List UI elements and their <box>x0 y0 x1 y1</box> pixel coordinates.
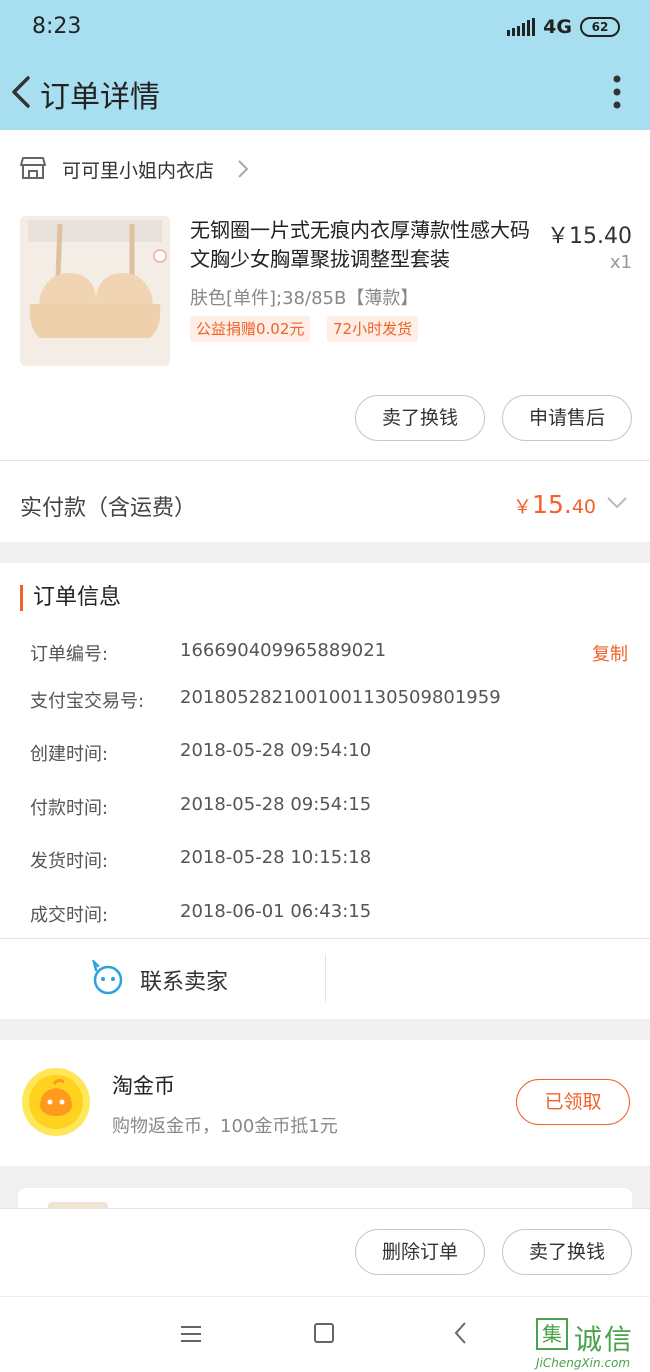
coin-description: 购物返金币，100金币抵1元 <box>112 1116 338 1137</box>
divider <box>0 938 650 939</box>
status-bar: 8:23 4G 62 <box>0 0 650 56</box>
amount-integer: 15. <box>532 490 572 519</box>
bottom-action-bar: 删除订单 卖了换钱 <box>0 1208 650 1296</box>
chevron-right-icon <box>238 160 249 178</box>
product-price: ￥15.40 <box>547 224 632 249</box>
paid-amount: ￥15.40 <box>513 490 596 519</box>
product-image[interactable] <box>20 216 170 366</box>
system-back-icon[interactable] <box>454 1321 468 1345</box>
amount-decimal: 40 <box>571 496 596 518</box>
more-options-icon[interactable] <box>612 74 622 110</box>
shop-icon <box>20 157 46 179</box>
nav-bar: 订单详情 <box>0 56 650 130</box>
contact-seller-button[interactable]: 联系卖家 <box>140 964 228 996</box>
chevron-down-icon[interactable] <box>606 496 628 510</box>
status-time: 8:23 <box>32 14 82 39</box>
bra-product-icon <box>20 216 170 366</box>
contact-seller-icon[interactable] <box>90 960 126 996</box>
paid-time-value: 2018-05-28 09:54:15 <box>180 794 372 815</box>
completed-time-label: 成交时间: <box>30 905 109 926</box>
menu-icon[interactable] <box>180 1325 202 1343</box>
charity-tag: 公益捐赠0.02元 <box>190 316 311 342</box>
alipay-trade-value: 2018052821001001130509801959 <box>180 687 501 708</box>
shop-row[interactable]: 可可里小姐内衣店 <box>0 138 650 198</box>
status-icons: 4G 62 <box>507 16 620 38</box>
signal-icon <box>507 18 536 36</box>
product-quantity: x1 <box>609 252 632 273</box>
completed-time-value: 2018-06-01 06:43:15 <box>180 901 372 922</box>
product-sku: 肤色[单件];38/85B【薄款】 <box>190 288 419 309</box>
taojinbi-coin-icon <box>22 1068 90 1136</box>
vertical-separator <box>325 954 326 1002</box>
shipping-tag: 72小时发货 <box>327 316 419 342</box>
paid-label: 实付款（含运费） <box>20 496 197 521</box>
home-icon[interactable] <box>314 1323 334 1343</box>
product-title[interactable]: 无钢圈一片式无痕内衣厚薄款性感大码文胸少女胸罩聚拢调整型套装 <box>190 216 540 274</box>
watermark-box: 集 <box>536 1318 568 1350</box>
currency-symbol: ￥ <box>513 496 533 518</box>
network-label: 4G <box>543 16 572 38</box>
shipped-time-label: 发货时间: <box>30 851 109 872</box>
order-info-title: 订单信息 <box>20 585 121 611</box>
sell-button-bottom[interactable]: 卖了换钱 <box>502 1229 632 1275</box>
shipped-time-value: 2018-05-28 10:15:18 <box>180 847 372 868</box>
shop-name: 可可里小姐内衣店 <box>62 160 215 182</box>
order-number-label: 订单编号: <box>30 644 109 665</box>
paid-time-label: 付款时间: <box>30 798 109 819</box>
created-time-label: 创建时间: <box>30 744 109 765</box>
created-time-value: 2018-05-28 09:54:10 <box>180 740 372 761</box>
sell-button[interactable]: 卖了换钱 <box>355 395 485 441</box>
watermark-url: JiChengXin.com <box>536 1356 631 1370</box>
watermark-logo: 集 诚信 JiChengXin.com <box>536 1318 648 1372</box>
coin-title: 淘金币 <box>112 1074 175 1098</box>
order-number-value: 166690409965889021 <box>180 640 387 661</box>
alipay-trade-label: 支付宝交易号: <box>30 691 145 712</box>
watermark-text: 诚信 <box>574 1323 635 1356</box>
divider <box>0 460 650 461</box>
page-title: 订单详情 <box>40 80 160 115</box>
coin-claimed-button[interactable]: 已领取 <box>516 1079 630 1125</box>
delete-order-button[interactable]: 删除订单 <box>355 1229 485 1275</box>
back-arrow-icon[interactable] <box>8 70 38 114</box>
battery-icon: 62 <box>580 17 620 37</box>
copy-button[interactable]: 复制 <box>592 640 628 666</box>
after-sale-button[interactable]: 申请售后 <box>502 395 632 441</box>
order-info-card <box>0 563 650 1019</box>
